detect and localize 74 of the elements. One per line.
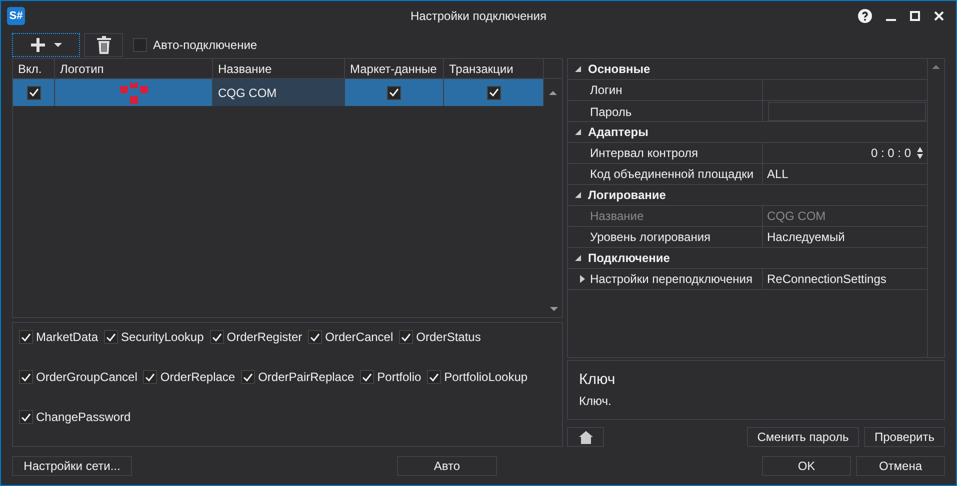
- property-value[interactable]: Наследуемый: [767, 230, 845, 244]
- app-logo: S#: [7, 7, 25, 25]
- help-icon[interactable]: [858, 9, 872, 23]
- capability-checkbox[interactable]: [241, 370, 256, 384]
- capability-label: Portfolio: [377, 370, 422, 384]
- property-value[interactable]: 0 : 0 : 0: [870, 146, 911, 160]
- capability-label: MarketData: [36, 330, 98, 344]
- expand-icon[interactable]: [580, 275, 584, 283]
- maximize-icon[interactable]: [910, 11, 920, 21]
- property-name: Интервал контроля: [590, 146, 698, 160]
- plus-icon: [30, 36, 46, 52]
- caret-icon: [54, 42, 62, 46]
- home-icon: [578, 430, 592, 444]
- property-name: Уровень логирования: [590, 230, 711, 244]
- category-header: Основные: [588, 62, 650, 76]
- market-data-checkbox[interactable]: [387, 86, 401, 100]
- collapse-icon[interactable]: [575, 192, 581, 198]
- enabled-checkbox[interactable]: [26, 86, 40, 100]
- scroll-up-icon[interactable]: [549, 90, 557, 94]
- capability-checkbox[interactable]: [399, 330, 414, 344]
- home-button[interactable]: [567, 427, 604, 447]
- collapse-icon[interactable]: [575, 129, 581, 135]
- table-cell: CQG COM: [213, 79, 345, 106]
- property-name: Название: [590, 209, 644, 223]
- logo-icon: [120, 82, 148, 104]
- change-password-button[interactable]: Сменить пароль: [747, 427, 859, 447]
- property-name: Пароль: [590, 104, 632, 118]
- property-name: Логин: [590, 83, 622, 97]
- transactions-checkbox[interactable]: [486, 86, 500, 100]
- trash-icon: [96, 36, 110, 54]
- category-header: Логирование: [588, 188, 666, 202]
- capability-label: OrderCancel: [325, 330, 394, 344]
- capability-label: OrderReplace: [160, 370, 236, 384]
- description-title: Ключ: [579, 371, 616, 388]
- ok-button[interactable]: OK: [762, 456, 851, 476]
- auto-button[interactable]: Авто: [397, 456, 497, 476]
- cancel-button[interactable]: Отмена: [856, 456, 945, 476]
- property-value[interactable]: ReConnectionSettings: [767, 272, 886, 286]
- capability-checkbox[interactable]: [360, 370, 374, 384]
- property-name: Настройки переподключения: [590, 272, 752, 286]
- capability-checkbox[interactable]: [143, 370, 158, 384]
- capability-checkbox[interactable]: [19, 410, 33, 424]
- close-icon[interactable]: [934, 11, 944, 21]
- capability-label: OrderPairReplace: [258, 370, 354, 384]
- verify-button[interactable]: Проверить: [864, 427, 945, 447]
- capability-checkbox[interactable]: [19, 330, 33, 344]
- collapse-icon[interactable]: [575, 66, 581, 72]
- auto-connect-label: Авто-подключение: [153, 38, 258, 52]
- add-button[interactable]: [12, 32, 80, 56]
- property-value[interactable]: ALL: [767, 167, 788, 181]
- collapse-icon[interactable]: [575, 255, 581, 261]
- capability-label: ChangePassword: [36, 410, 131, 424]
- table-cell[interactable]: [13, 79, 55, 106]
- capability-label: SecurityLookup: [121, 330, 204, 344]
- category-header: Подключение: [588, 251, 670, 265]
- property-name: Код объединенной площадки: [590, 167, 754, 181]
- capability-label: OrderStatus: [416, 330, 481, 344]
- category-header: Адаптеры: [588, 125, 648, 139]
- capability-checkbox[interactable]: [104, 330, 118, 344]
- capability-checkbox[interactable]: [19, 370, 33, 384]
- description-text: Ключ.: [579, 394, 612, 408]
- spinner-arrows-icon[interactable]: [917, 147, 923, 159]
- capability-label: OrderRegister: [226, 330, 302, 344]
- scroll-up-icon[interactable]: [932, 65, 940, 69]
- scroll-down-icon[interactable]: [550, 307, 558, 311]
- capability-checkbox[interactable]: [308, 330, 322, 344]
- delete-button[interactable]: [84, 32, 123, 56]
- auto-connect-checkbox[interactable]: [133, 38, 147, 52]
- network-settings-button[interactable]: Настройки сети...: [12, 456, 132, 476]
- window-title: Настройки подключения: [410, 9, 546, 23]
- capability-label: OrderGroupCancel: [36, 370, 138, 384]
- capability-checkbox[interactable]: [427, 370, 442, 384]
- capability-label: PortfolioLookup: [444, 370, 528, 384]
- capability-checkbox[interactable]: [210, 330, 224, 344]
